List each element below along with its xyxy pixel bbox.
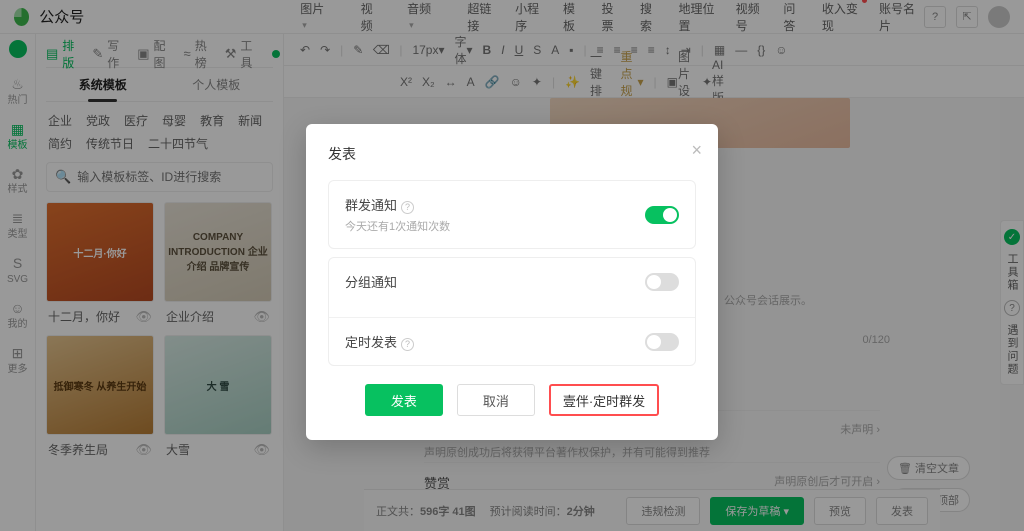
schedule-row: 定时发表? xyxy=(329,317,695,365)
cancel-button[interactable]: 取消 xyxy=(457,384,535,416)
broadcast-label: 群发通知? xyxy=(345,195,450,214)
yiban-schedule-button[interactable]: 壹伴·定时群发 xyxy=(549,384,659,416)
broadcast-toggle[interactable] xyxy=(645,206,679,224)
help-icon[interactable]: ? xyxy=(401,338,414,351)
group-notify-row: 分组通知 xyxy=(329,258,695,305)
publish-confirm-button[interactable]: 发表 xyxy=(365,384,443,416)
modal-title: 发表 xyxy=(328,144,696,164)
options-box: 分组通知 定时发表? xyxy=(328,257,696,366)
help-icon[interactable]: ? xyxy=(401,201,414,214)
broadcast-sub: 今天还有1次通知次数 xyxy=(345,218,450,234)
schedule-toggle[interactable] xyxy=(645,333,679,351)
group-label: 分组通知 xyxy=(345,272,397,291)
publish-modal: 发表 × 群发通知? 今天还有1次通知次数 分组通知 定时发表? 发表 取消 壹… xyxy=(306,124,718,440)
modal-buttons: 发表 取消 壹伴·定时群发 xyxy=(328,384,696,416)
schedule-label: 定时发表? xyxy=(345,332,414,351)
broadcast-notify-row: 群发通知? 今天还有1次通知次数 xyxy=(328,180,696,249)
close-icon[interactable]: × xyxy=(691,140,702,161)
group-toggle[interactable] xyxy=(645,273,679,291)
